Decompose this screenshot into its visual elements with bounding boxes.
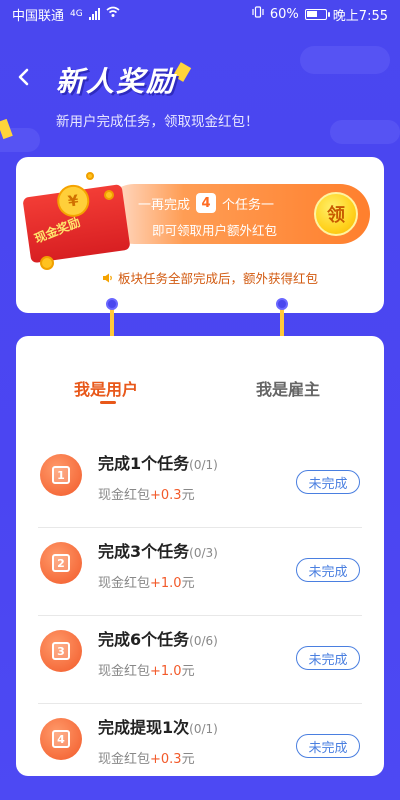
page-title: 新人奖励 (56, 65, 177, 98)
reward-unit: 元 (181, 752, 195, 767)
tab-user[interactable]: 我是用户 (74, 376, 138, 400)
cloud-decoration (330, 120, 400, 144)
task-row: 2 完成3个任务(0/3) 现金红包+1.0元 未完成 (38, 528, 362, 616)
reward-notice-text: 板块任务全部完成后，额外获得红包 (118, 271, 319, 286)
reward-line1-prefix: 一再完成 (138, 197, 191, 213)
reward-amount: +1.0 (150, 664, 182, 679)
vibrate-icon (252, 6, 264, 22)
task-icon: 1 (40, 454, 82, 496)
task-icon: 4 (40, 718, 82, 760)
task-progress: (0/3) (189, 546, 218, 560)
reward-amount: +0.3 (150, 752, 182, 767)
speaker-icon (103, 273, 112, 282)
coin-icon (40, 256, 54, 270)
status-bar: 中国联通 4G 60% 晚上7:55 (0, 0, 400, 28)
connector-dot (106, 298, 118, 310)
task-row: 4 完成提现1次(0/1) 现金红包+0.3元 未完成 (38, 704, 362, 768)
reward-unit: 元 (181, 576, 195, 591)
task-progress: (0/6) (189, 634, 218, 648)
connector-dot (276, 298, 288, 310)
task-status-button[interactable]: 未完成 (296, 734, 360, 758)
network-label: 4G (70, 9, 83, 19)
reward-line1-suffix: 个任务一 (222, 197, 275, 213)
reward-unit: 元 (181, 488, 195, 503)
task-reward: 现金红包+1.0元 (98, 572, 195, 591)
reward-label: 现金红包 (98, 752, 151, 767)
page-subtitle: 新用户完成任务，领取现金红包！ (56, 114, 259, 130)
task-status-button[interactable]: 未完成 (296, 470, 360, 494)
reward-unit: 元 (181, 664, 195, 679)
task-number: 3 (52, 642, 70, 660)
task-row: 3 完成6个任务(0/6) 现金红包+1.0元 未完成 (38, 616, 362, 704)
task-number: 1 (52, 466, 70, 484)
reward-label: 现金红包 (98, 664, 151, 679)
task-number: 2 (52, 554, 70, 572)
task-title-text: 完成6个任务 (98, 630, 190, 649)
task-title: 完成提现1次(0/1) (98, 714, 218, 738)
reward-amount: +1.0 (150, 576, 182, 591)
cloud-decoration (300, 46, 390, 74)
red-envelope-icon: ¥ 现金奖励 (21, 173, 141, 268)
task-number: 4 (52, 730, 70, 748)
task-reward: 现金红包+1.0元 (98, 660, 195, 679)
wifi-icon (106, 6, 120, 22)
task-title: 完成3个任务(0/3) (98, 538, 218, 562)
active-tab-indicator (100, 401, 116, 404)
task-title-text: 完成提现1次 (98, 718, 190, 737)
task-title: 完成1个任务(0/1) (98, 450, 218, 474)
coin-icon (86, 172, 94, 180)
reward-amount: +0.3 (150, 488, 182, 503)
battery-icon (304, 8, 330, 20)
task-progress: (0/1) (189, 458, 218, 472)
task-status-button[interactable]: 未完成 (296, 646, 360, 670)
task-progress: (0/1) (189, 722, 218, 736)
tab-employer[interactable]: 我是雇主 (256, 376, 320, 400)
signal-icon (88, 8, 100, 20)
remaining-task-count: 4 (196, 193, 217, 213)
task-reward: 现金红包+0.3元 (98, 748, 195, 767)
task-icon: 2 (40, 542, 82, 584)
reward-label: 现金红包 (98, 488, 151, 503)
task-title: 完成6个任务(0/6) (98, 626, 218, 650)
task-title-text: 完成3个任务 (98, 542, 190, 561)
carrier-label: 中国联通 (12, 8, 65, 24)
chevron-left-icon (18, 68, 29, 86)
reward-notice: 板块任务全部完成后，额外获得红包 (102, 268, 318, 287)
battery-percent: 60% (269, 6, 299, 22)
task-status-button[interactable]: 未完成 (296, 558, 360, 582)
task-icon: 3 (40, 630, 82, 672)
reward-line1: 一再完成 4 个任务一 (138, 193, 274, 213)
task-row: 1 完成1个任务(0/1) 现金红包+0.3元 未完成 (38, 440, 362, 528)
back-button[interactable] (12, 66, 34, 88)
reward-label: 现金红包 (98, 576, 151, 591)
task-title-text: 完成1个任务 (98, 454, 190, 473)
reward-line2: 即可领取用户额外红包 (152, 223, 278, 238)
clock: 晚上7:55 (332, 8, 388, 24)
coin-icon (104, 190, 114, 200)
claim-button[interactable]: 领 (314, 192, 358, 236)
task-reward: 现金红包+0.3元 (98, 484, 195, 503)
